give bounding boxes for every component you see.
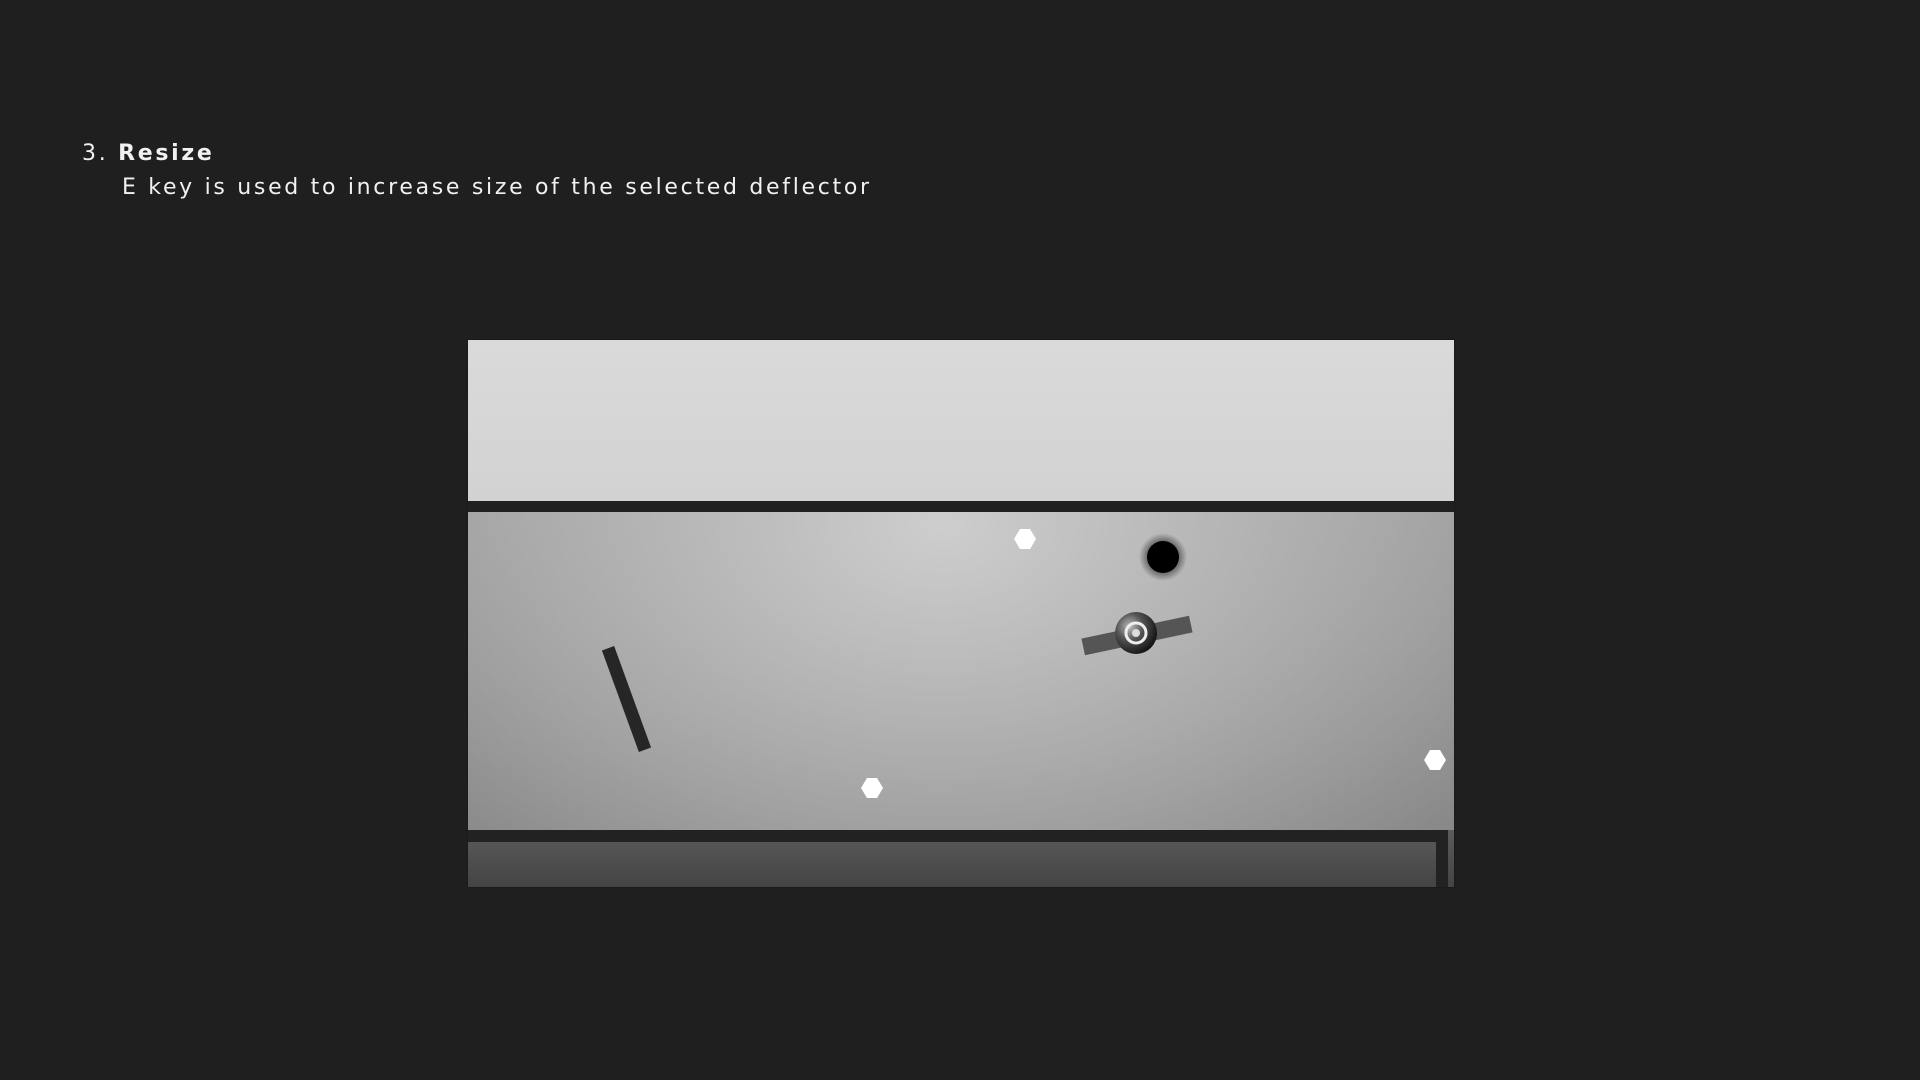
- hexagon-collectible[interactable]: [861, 778, 883, 798]
- selected-deflector[interactable]: [1081, 612, 1193, 656]
- selection-core-icon: [1132, 629, 1140, 637]
- resize-instructions: 3. Resize E key is used to increase size…: [82, 137, 872, 205]
- black-ball[interactable]: [1147, 541, 1179, 573]
- floor-wall: [468, 830, 1448, 842]
- step-heading: 3. Resize: [82, 137, 872, 171]
- step-number: 3.: [82, 141, 109, 166]
- game-preview: [468, 340, 1454, 887]
- hexagon-collectible[interactable]: [1424, 750, 1446, 770]
- right-wall: [1436, 830, 1448, 887]
- game-canvas: [468, 340, 1454, 887]
- top-wall: [468, 501, 1454, 512]
- step-title: Resize: [118, 141, 215, 166]
- hexagon-collectible[interactable]: [1014, 529, 1036, 549]
- upper-area: [468, 340, 1454, 502]
- deflector[interactable]: [601, 646, 652, 752]
- step-description: E key is used to increase size of the se…: [122, 175, 872, 200]
- tutorial-page: 3. Resize E key is used to increase size…: [0, 0, 1920, 1080]
